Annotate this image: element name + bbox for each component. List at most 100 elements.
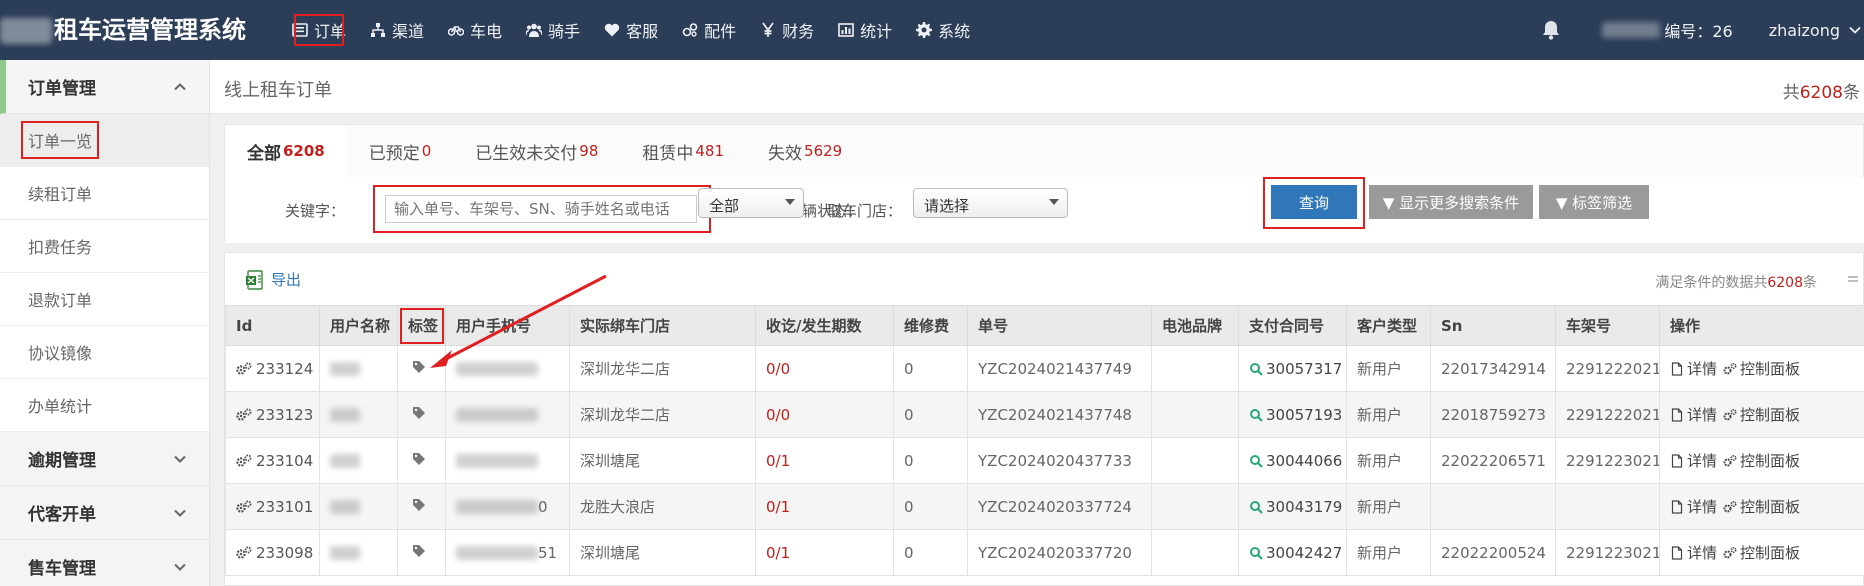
col-battery-brand[interactable]: 电池品牌	[1151, 305, 1239, 346]
sidebar-group-orders[interactable]: 订单管理	[0, 60, 209, 114]
status-tabs: 全部 6208 已预定 0 已生效未交付 98 租赁中 481 失效 5629	[225, 125, 864, 177]
cell-id[interactable]: 233101	[225, 483, 320, 530]
tab-expired[interactable]: 失效 5629	[746, 125, 864, 177]
tag-icon[interactable]	[412, 360, 426, 374]
col-repair-fee[interactable]: 维修费	[893, 305, 968, 346]
control-panel-link[interactable]: 控制面板	[1723, 496, 1800, 517]
col-frame-no[interactable]: 车架号	[1555, 305, 1660, 346]
nav-stats[interactable]: 统计	[826, 0, 904, 60]
cell-contract[interactable]: 30042427	[1238, 529, 1347, 576]
col-username[interactable]: 用户名称	[319, 305, 398, 346]
tab-all[interactable]: 全部 6208	[225, 125, 347, 177]
cell-store: 深圳龙华二店	[569, 345, 756, 392]
bell-icon[interactable]	[1540, 19, 1562, 41]
control-panel-link[interactable]: 控制面板	[1723, 404, 1800, 425]
resize-handle-icon[interactable]	[1847, 273, 1859, 285]
nav-finance[interactable]: 财务	[748, 0, 826, 60]
detail-link[interactable]: 详情	[1670, 358, 1717, 379]
table-row[interactable]: 233123 深圳龙华二店 0/0 0 YZC2024021437748 30057193…	[225, 391, 1864, 438]
cell-tag[interactable]	[397, 391, 446, 438]
cell-tag[interactable]	[397, 437, 446, 484]
sidebar-group-proxy-order[interactable]: 代客开单	[0, 486, 209, 540]
nav-service[interactable]: 客服	[592, 0, 670, 60]
detail-link[interactable]: 详情	[1670, 450, 1717, 471]
sidebar-item-order-list[interactable]: 订单一览	[0, 114, 209, 167]
col-periods[interactable]: 收讫/发生期数	[755, 305, 894, 346]
tab-count: 5629	[804, 142, 843, 160]
sidebar-group-overdue[interactable]: 逾期管理	[0, 432, 209, 486]
col-sn[interactable]: Sn	[1430, 305, 1556, 346]
control-panel-link[interactable]: 控制面板	[1723, 542, 1800, 563]
control-panel-link[interactable]: 控制面板	[1723, 358, 1800, 379]
redacted-username	[330, 454, 360, 468]
cell-id[interactable]: 233123	[225, 391, 320, 438]
more-filters-button[interactable]: ▼ 显示更多搜索条件	[1369, 185, 1533, 219]
detail-link[interactable]: 详情	[1670, 542, 1717, 563]
cell-contract[interactable]: 30044066	[1238, 437, 1347, 484]
export-button[interactable]: 导出	[245, 269, 301, 290]
table-row[interactable]: 233104 深圳塘尾 0/1 0 YZC2024020437733 30044066 新用…	[225, 437, 1864, 484]
tag-icon[interactable]	[412, 544, 426, 558]
col-order-no[interactable]: 单号	[967, 305, 1152, 346]
nav-orders[interactable]: 订单	[280, 0, 358, 60]
control-panel-link[interactable]: 控制面板	[1723, 450, 1800, 471]
nav-channel[interactable]: 渠道	[358, 0, 436, 60]
table-row[interactable]: 233101 0 龙胜大浪店 0/1 0 YZC2024020337724 30043179…	[225, 483, 1864, 530]
keyword-input[interactable]	[385, 195, 697, 223]
sidebar-item-deduction-tasks[interactable]: 扣费任务	[0, 220, 209, 273]
col-customer-type[interactable]: 客户类型	[1346, 305, 1431, 346]
tag-icon[interactable]	[412, 406, 426, 420]
sidebar-item-agreement-mirror[interactable]: 协议镜像	[0, 326, 209, 379]
cell-customer-type: 新用户	[1346, 483, 1431, 530]
col-store[interactable]: 实际绑车门店	[569, 305, 756, 346]
gears-icon	[236, 362, 252, 375]
tag-filter-button[interactable]: ▼ 标签筛选	[1539, 185, 1649, 219]
tag-icon[interactable]	[412, 498, 426, 512]
cell-contract[interactable]: 30057193	[1238, 391, 1347, 438]
detail-link[interactable]: 详情	[1670, 404, 1717, 425]
col-id[interactable]: Id	[225, 305, 320, 346]
cell-store: 深圳塘尾	[569, 437, 756, 484]
cell-tag[interactable]	[397, 529, 446, 576]
nav-parts[interactable]: 配件	[670, 0, 748, 60]
tab-effective-undelivered[interactable]: 已生效未交付 98	[453, 125, 620, 177]
vehicle-status-select[interactable]: 全部	[698, 188, 804, 218]
pickup-store-value: 请选择	[924, 197, 970, 215]
detail-link[interactable]: 详情	[1670, 496, 1717, 517]
tag-icon[interactable]	[412, 452, 426, 466]
tab-reserved[interactable]: 已预定 0	[347, 125, 454, 177]
cell-username	[319, 483, 398, 530]
nav-system[interactable]: 系统	[904, 0, 982, 60]
nav-vehicles[interactable]: 车电	[436, 0, 514, 60]
chevron-down-icon[interactable]	[1848, 23, 1862, 37]
col-contract[interactable]: 支付合同号	[1238, 305, 1347, 346]
username[interactable]: zhaizong	[1769, 21, 1840, 40]
cell-repair-fee: 0	[893, 391, 968, 438]
table-row[interactable]: 233124 深圳龙华二店 0/0 0 YZC2024021437749 30057317…	[225, 345, 1864, 392]
pickup-store-select[interactable]: 请选择	[913, 188, 1068, 218]
col-tag[interactable]: 标签	[397, 305, 446, 346]
cell-contract[interactable]: 30057317	[1238, 345, 1347, 392]
cell-contract[interactable]: 30043179	[1238, 483, 1347, 530]
sidebar-item-renewal-orders[interactable]: 续租订单	[0, 167, 209, 220]
cell-id[interactable]: 233124	[225, 345, 320, 392]
sidebar-item-refund-orders[interactable]: 退款订单	[0, 273, 209, 326]
detail-label: 详情	[1687, 498, 1718, 516]
tab-renting[interactable]: 租赁中 481	[620, 125, 746, 177]
cell-id[interactable]: 233104	[225, 437, 320, 484]
document-icon	[1671, 545, 1683, 560]
sidebar-item-order-stats[interactable]: 办单统计	[0, 379, 209, 432]
tab-count: 6208	[283, 142, 325, 160]
cell-username	[319, 437, 398, 484]
table-body: 233124 深圳龙华二店 0/0 0 YZC2024021437749 30057317…	[225, 345, 1864, 576]
cell-id[interactable]: 233098	[225, 529, 320, 576]
col-phone[interactable]: 用户手机号	[445, 305, 570, 346]
query-button[interactable]: 查询	[1271, 185, 1357, 219]
cell-frame-no: 22912220210	[1555, 345, 1660, 392]
cell-battery-brand	[1151, 391, 1239, 438]
table-row[interactable]: 233098 51 深圳塘尾 0/1 0 YZC2024020337720 30042427…	[225, 529, 1864, 576]
sidebar-group-sales[interactable]: 售车管理	[0, 540, 209, 586]
cell-tag[interactable]	[397, 345, 446, 392]
nav-riders[interactable]: 骑手	[514, 0, 592, 60]
cell-tag[interactable]	[397, 483, 446, 530]
